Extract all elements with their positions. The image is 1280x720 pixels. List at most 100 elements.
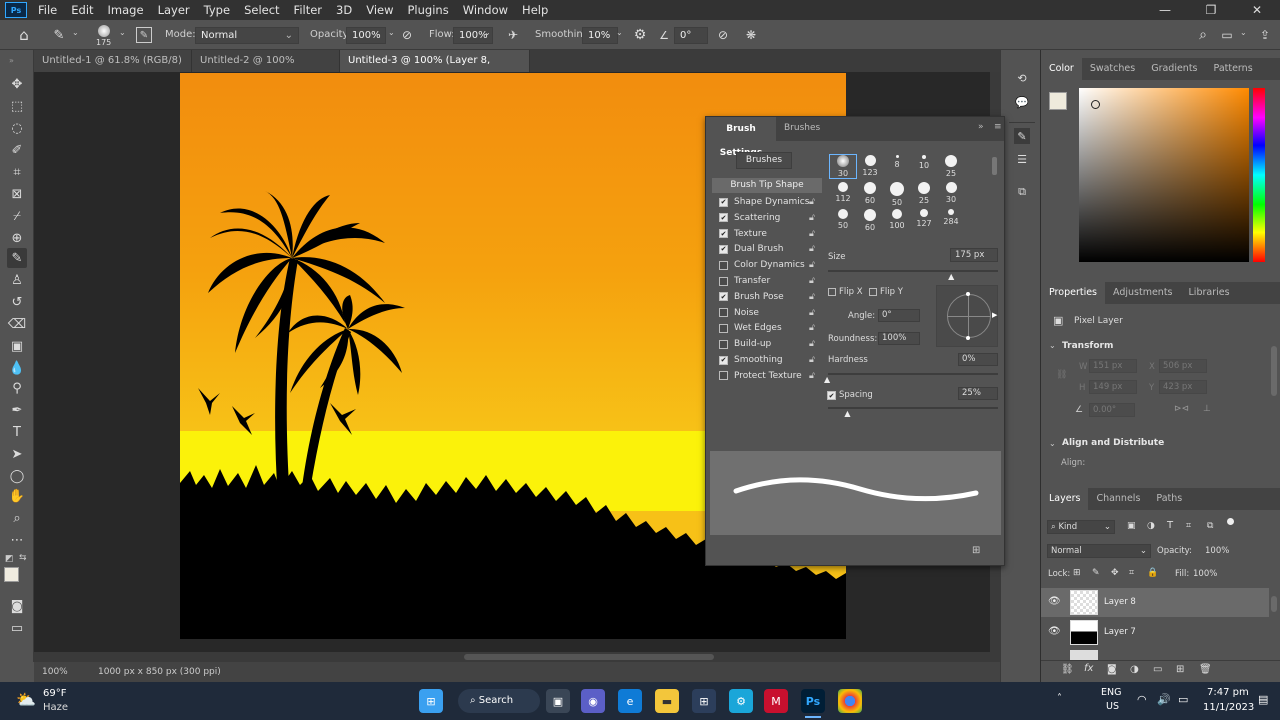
brush-tip-preset[interactable]: 30 xyxy=(938,182,964,204)
menu-file[interactable]: File xyxy=(31,3,64,17)
roundness-handle[interactable] xyxy=(966,336,970,340)
type-tool-icon[interactable]: T xyxy=(7,422,27,442)
smoothing-field[interactable]: 10% xyxy=(582,27,618,44)
hardness-slider[interactable] xyxy=(828,373,998,375)
horizontal-scrollbar[interactable] xyxy=(34,652,990,662)
brush-tool-icon[interactable]: ✎ xyxy=(7,248,27,268)
brush-option-checkbox[interactable] xyxy=(719,308,728,318)
symmetry-icon[interactable]: ❋ xyxy=(742,26,760,44)
adjust-panel-icon[interactable]: ☰ xyxy=(1014,151,1030,167)
brush-option-item[interactable]: ✔ Dual Brush 🔓︎ xyxy=(719,242,815,256)
brush-option-checkbox[interactable]: ✔ xyxy=(719,244,728,254)
fill-value[interactable]: 100% xyxy=(1193,569,1217,579)
chevron-up-icon[interactable]: ˄ xyxy=(1057,693,1062,704)
chevron-down-icon[interactable]: ⌄ xyxy=(616,28,623,37)
healing-brush-tool-icon[interactable]: ⊕ xyxy=(7,228,27,248)
chevron-down-icon[interactable]: ⌄ xyxy=(119,28,126,37)
lock-icon[interactable]: 🔓︎ xyxy=(809,355,815,365)
color-picker-handle[interactable] xyxy=(1091,100,1100,109)
transform-section[interactable]: Transform xyxy=(1062,341,1113,351)
tab-brush-settings[interactable]: Brush Settings xyxy=(706,117,776,158)
brush-preview-icon[interactable] xyxy=(98,25,110,37)
hue-slider[interactable] xyxy=(1253,88,1265,262)
roundness-field[interactable]: 100% xyxy=(878,332,920,345)
visibility-eye-icon[interactable]: 👁 xyxy=(1048,596,1061,607)
chevron-down-icon[interactable]: ⌄ xyxy=(1049,439,1056,448)
tab-untitled-3[interactable]: Untitled-3 @ 100% (Layer 8, RGB/8) *× xyxy=(340,50,530,88)
tab-layers[interactable]: Layers xyxy=(1041,488,1089,510)
opacity-field[interactable]: 100% xyxy=(346,27,386,44)
brush-option-item[interactable]: Protect Texture 🔓︎ xyxy=(719,369,815,383)
foreground-color-swatch[interactable] xyxy=(1049,92,1067,110)
menu-layer[interactable]: Layer xyxy=(151,3,197,17)
filter-smart-object-icon[interactable]: ⧉ xyxy=(1207,521,1213,531)
windows-start-icon[interactable]: ⊞ xyxy=(419,689,443,713)
flip-y-checkbox[interactable] xyxy=(869,288,877,296)
brush-option-checkbox[interactable] xyxy=(719,339,728,349)
home-icon[interactable]: ⌂ xyxy=(14,26,34,44)
brush-option-item[interactable]: Transfer 🔓︎ xyxy=(719,274,815,288)
lock-transparency-icon[interactable]: ⊞ xyxy=(1073,568,1081,578)
tab-brushes[interactable]: Brushes xyxy=(784,123,820,133)
tab-swatches[interactable]: Swatches xyxy=(1082,58,1143,80)
collapse-toolbar-icon[interactable]: » xyxy=(9,56,14,65)
new-layer-icon[interactable]: ⊞ xyxy=(1176,664,1184,675)
clone-source-panel-icon[interactable]: ⧉ xyxy=(1014,184,1030,200)
brush-tip-preset[interactable]: 8 xyxy=(884,155,910,169)
link-layers-icon[interactable]: ⛓ xyxy=(1061,664,1074,675)
tab-patterns[interactable]: Patterns xyxy=(1206,58,1261,80)
brush-tip-preset[interactable]: 25 xyxy=(911,182,937,205)
weather-desc[interactable]: Haze xyxy=(43,702,68,713)
hardness-field[interactable]: 0% xyxy=(958,353,998,366)
quick-mask-icon[interactable]: ◙ xyxy=(7,596,27,616)
chevron-down-icon[interactable]: ⌄ xyxy=(484,28,491,37)
battery-icon[interactable]: ▭ xyxy=(1178,693,1188,706)
lock-icon[interactable]: 🔓︎ xyxy=(809,213,815,223)
tab-paths[interactable]: Paths xyxy=(1148,488,1190,510)
tab-channels[interactable]: Channels xyxy=(1088,488,1148,510)
lock-icon[interactable]: 🔓︎ xyxy=(809,244,815,254)
brush-option-item[interactable]: ✔ Smoothing 🔓︎ xyxy=(719,353,815,367)
hardness-slider-thumb[interactable]: ▲ xyxy=(824,375,830,384)
brush-option-checkbox[interactable]: ✔ xyxy=(719,197,728,207)
visibility-eye-icon[interactable]: 👁 xyxy=(1048,626,1061,637)
pen-tool-icon[interactable]: ✒ xyxy=(7,400,27,420)
settings-app-icon[interactable]: ⚙ xyxy=(729,689,753,713)
eyedropper-tool-icon[interactable]: ⌿ xyxy=(7,206,27,226)
lasso-tool-icon[interactable]: ◌ xyxy=(7,118,27,138)
mcafee-icon[interactable]: M xyxy=(764,689,788,713)
filter-type-icon[interactable]: T xyxy=(1167,520,1173,531)
layer-opacity-value[interactable]: 100% xyxy=(1205,546,1229,556)
spacing-slider[interactable] xyxy=(828,407,998,409)
roundness-handle[interactable] xyxy=(966,292,970,296)
brush-option-checkbox[interactable]: ✔ xyxy=(719,229,728,239)
lock-all-icon[interactable]: 🔒 xyxy=(1147,568,1158,578)
mode-select[interactable]: Normal ⌄ xyxy=(195,27,299,44)
file-explorer-icon[interactable]: ▬ xyxy=(655,689,679,713)
scrollbar-thumb[interactable] xyxy=(464,654,714,660)
brush-tip-preset[interactable]: 10 xyxy=(911,155,937,170)
region-label[interactable]: US xyxy=(1106,701,1119,712)
brush-option-item[interactable]: Wet Edges 🔓︎ xyxy=(719,321,815,335)
menu-window[interactable]: Window xyxy=(456,3,515,17)
teams-icon[interactable]: ◉ xyxy=(581,689,605,713)
brush-tip-preset[interactable]: 50 xyxy=(884,182,910,207)
chevron-down-icon[interactable]: ⌄ xyxy=(1049,341,1056,350)
brush-tip-shape-item[interactable]: Brush Tip Shape xyxy=(712,178,822,193)
new-brush-icon[interactable]: ⊞ xyxy=(972,545,980,556)
marquee-tool-icon[interactable]: ⬚ xyxy=(7,96,27,116)
comments-panel-icon[interactable]: 💬 xyxy=(1014,94,1030,110)
zoom-level[interactable]: 100% xyxy=(42,667,68,677)
brush-option-checkbox[interactable] xyxy=(719,323,728,333)
brush-option-item[interactable]: ✔ Shape Dynamics 🔓︎ xyxy=(719,195,815,209)
adjustment-layer-icon[interactable]: ◑ xyxy=(1130,664,1139,675)
chrome-icon[interactable] xyxy=(838,689,862,713)
more-tools-icon[interactable]: ⋯ xyxy=(7,530,27,550)
filter-pixel-icon[interactable]: ▣ xyxy=(1127,521,1136,531)
zoom-tool-icon[interactable]: ⌕ xyxy=(7,508,27,528)
screen-mode-icon[interactable]: ▭ xyxy=(7,618,27,638)
lock-icon[interactable]: 🔓︎ xyxy=(809,197,815,207)
layers-scrollbar[interactable] xyxy=(1271,596,1277,612)
spacing-field[interactable]: 25% xyxy=(958,387,998,400)
brush-option-item[interactable]: Build-up 🔓︎ xyxy=(719,337,815,351)
